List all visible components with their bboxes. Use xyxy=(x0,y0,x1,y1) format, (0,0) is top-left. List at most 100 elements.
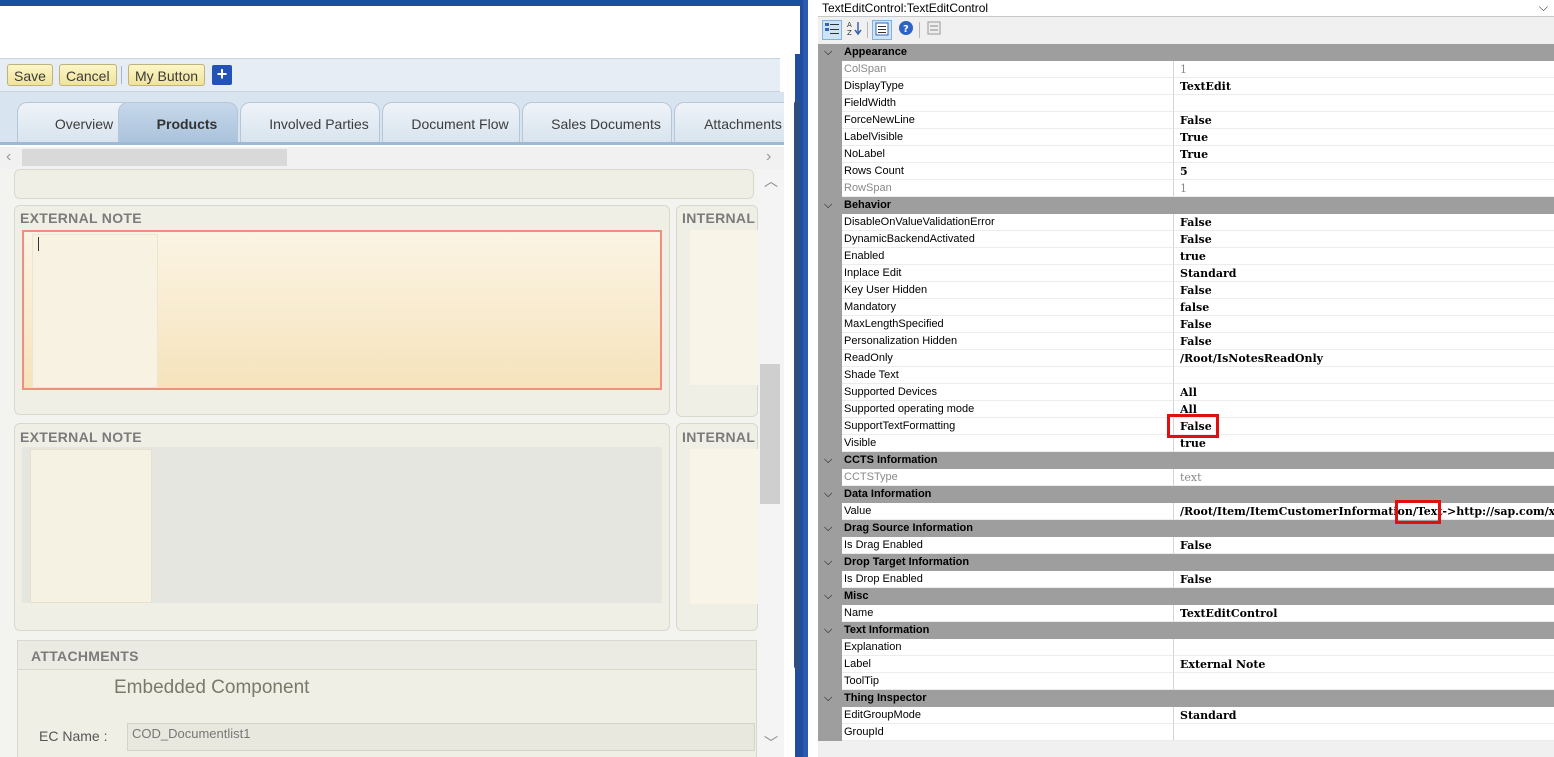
property-row[interactable]: Label External Note xyxy=(818,656,1554,673)
property-row[interactable]: ColSpan 1 xyxy=(818,61,1554,78)
category-row[interactable]: ⌵ Text Information xyxy=(818,622,1554,639)
chevron-down-icon[interactable]: ﹀ xyxy=(764,733,778,753)
collapse-chevron-icon[interactable]: ⌵ xyxy=(824,520,832,537)
property-value[interactable]: False xyxy=(1174,333,1554,350)
property-value[interactable]: TextEdit xyxy=(1174,78,1554,95)
property-row[interactable]: Name TextEditControl xyxy=(818,605,1554,622)
property-value[interactable] xyxy=(1174,724,1554,741)
property-pages-icon[interactable] xyxy=(924,20,944,40)
property-value[interactable]: 1 xyxy=(1174,180,1554,197)
category-row[interactable]: ⌵ Misc xyxy=(818,588,1554,605)
property-row[interactable]: MaxLengthSpecified False xyxy=(818,316,1554,333)
cancel-button[interactable]: Cancel xyxy=(59,64,117,86)
category-row[interactable]: ⌵ CCTS Information xyxy=(818,452,1554,469)
property-row[interactable]: Supported Devices All xyxy=(818,384,1554,401)
property-row[interactable]: NoLabel True xyxy=(818,146,1554,163)
property-row[interactable]: Personalization Hidden False xyxy=(818,333,1554,350)
property-row[interactable]: Enabled true xyxy=(818,248,1554,265)
textedit-inner-area[interactable] xyxy=(32,234,158,388)
property-value[interactable]: True xyxy=(1174,146,1554,163)
collapse-chevron-icon[interactable]: ⌵ xyxy=(824,44,832,61)
property-value[interactable]: All xyxy=(1174,401,1554,418)
property-value[interactable]: False xyxy=(1174,214,1554,231)
add-plus-icon[interactable]: + xyxy=(212,65,232,85)
property-row[interactable]: RowSpan 1 xyxy=(818,180,1554,197)
category-row[interactable]: ⌵ Appearance xyxy=(818,44,1554,61)
tab-involved-parties[interactable]: Involved Parties xyxy=(240,102,380,142)
property-value[interactable]: False xyxy=(1174,112,1554,129)
property-value[interactable]: False xyxy=(1174,231,1554,248)
property-name[interactable]: Is Drag Enabled xyxy=(842,537,1174,554)
alphabetical-icon[interactable]: AZ xyxy=(844,20,864,40)
collapse-chevron-icon[interactable]: ⌵ xyxy=(824,554,832,571)
tab-attachments[interactable]: Attachments xyxy=(674,102,784,142)
property-value[interactable] xyxy=(1174,673,1554,690)
property-value[interactable]: true xyxy=(1174,435,1554,452)
property-name[interactable]: Visible xyxy=(842,435,1174,452)
property-name[interactable]: GroupId xyxy=(842,724,1174,741)
property-value[interactable]: 5 xyxy=(1174,163,1554,180)
property-value[interactable] xyxy=(1174,367,1554,384)
property-name[interactable]: ColSpan xyxy=(842,61,1174,78)
property-name[interactable]: SupportTextFormatting xyxy=(842,418,1174,435)
property-value[interactable]: Standard xyxy=(1174,707,1554,724)
help-icon[interactable]: ? xyxy=(896,20,916,40)
category-row[interactable]: ⌵ Drop Target Information xyxy=(818,554,1554,571)
property-name[interactable]: DynamicBackendActivated xyxy=(842,231,1174,248)
property-name[interactable]: DisableOnValueValidationError xyxy=(842,214,1174,231)
property-row[interactable]: Is Drop Enabled False xyxy=(818,571,1554,588)
property-name[interactable]: Personalization Hidden xyxy=(842,333,1174,350)
property-value[interactable]: False xyxy=(1174,537,1554,554)
property-name[interactable]: Explanation xyxy=(842,639,1174,656)
property-name[interactable]: LabelVisible xyxy=(842,129,1174,146)
chevron-right-icon[interactable]: › xyxy=(766,147,771,167)
chevron-down-icon[interactable]: ⌵ xyxy=(1539,0,1548,15)
property-value[interactable]: text xyxy=(1174,469,1554,486)
property-name[interactable]: Mandatory xyxy=(842,299,1174,316)
property-value[interactable] xyxy=(1174,95,1554,112)
property-name[interactable]: ForceNewLine xyxy=(842,112,1174,129)
property-name[interactable]: EditGroupMode xyxy=(842,707,1174,724)
tab-products[interactable]: Products xyxy=(118,102,238,142)
property-row[interactable]: Explanation xyxy=(818,639,1554,656)
property-value[interactable]: false xyxy=(1174,299,1554,316)
property-name[interactable]: Key User Hidden xyxy=(842,282,1174,299)
external-note-textedit-selected[interactable] xyxy=(22,230,662,390)
property-name[interactable]: Shade Text xyxy=(842,367,1174,384)
property-name[interactable]: CCTSType xyxy=(842,469,1174,486)
internal-note-textarea-2[interactable] xyxy=(690,449,758,604)
external-note-textedit-2[interactable] xyxy=(22,447,662,603)
collapse-chevron-icon[interactable]: ⌵ xyxy=(824,197,832,214)
property-row[interactable]: DisplayType TextEdit xyxy=(818,78,1554,95)
property-name[interactable]: Supported Devices xyxy=(842,384,1174,401)
collapse-chevron-icon[interactable]: ⌵ xyxy=(824,588,832,605)
property-row[interactable]: Inplace Edit Standard xyxy=(818,265,1554,282)
property-row[interactable]: LabelVisible True xyxy=(818,129,1554,146)
property-name[interactable]: MaxLengthSpecified xyxy=(842,316,1174,333)
horizontal-scroll-thumb[interactable] xyxy=(22,149,287,166)
property-name[interactable]: Enabled xyxy=(842,248,1174,265)
property-row[interactable]: SupportTextFormatting False xyxy=(818,418,1554,435)
property-row[interactable]: GroupId xyxy=(818,724,1554,741)
property-row[interactable]: CCTSType text xyxy=(818,469,1554,486)
collapse-chevron-icon[interactable]: ⌵ xyxy=(824,486,832,503)
property-name[interactable]: Value xyxy=(842,503,1174,520)
property-row[interactable]: Value/Root/Item/ItemCustomerInformation/… xyxy=(818,503,1554,520)
property-row[interactable]: ReadOnly/Root/IsNotesReadOnly xyxy=(818,350,1554,367)
ec-name-field[interactable]: COD_Documentlist1 xyxy=(127,723,755,751)
property-name[interactable]: ReadOnly xyxy=(842,350,1174,367)
property-value[interactable]: Standard xyxy=(1174,265,1554,282)
property-name[interactable]: Name xyxy=(842,605,1174,622)
property-row[interactable]: Mandatory false xyxy=(818,299,1554,316)
object-selector-dropdown[interactable]: TextEditControl:TextEditControl ⌵ xyxy=(818,0,1554,17)
property-row[interactable]: EditGroupMode Standard xyxy=(818,707,1554,724)
property-value[interactable]: /Root/Item/ItemCustomerInformation/Text-… xyxy=(1174,503,1554,520)
categorized-icon[interactable] xyxy=(822,20,842,40)
property-value[interactable]: true xyxy=(1174,248,1554,265)
internal-note-textarea-1[interactable] xyxy=(690,230,758,385)
property-name[interactable]: DisplayType xyxy=(842,78,1174,95)
property-value[interactable]: All xyxy=(1174,384,1554,401)
property-name[interactable]: Is Drop Enabled xyxy=(842,571,1174,588)
property-value[interactable]: 1 xyxy=(1174,61,1554,78)
property-name[interactable]: Inplace Edit xyxy=(842,265,1174,282)
